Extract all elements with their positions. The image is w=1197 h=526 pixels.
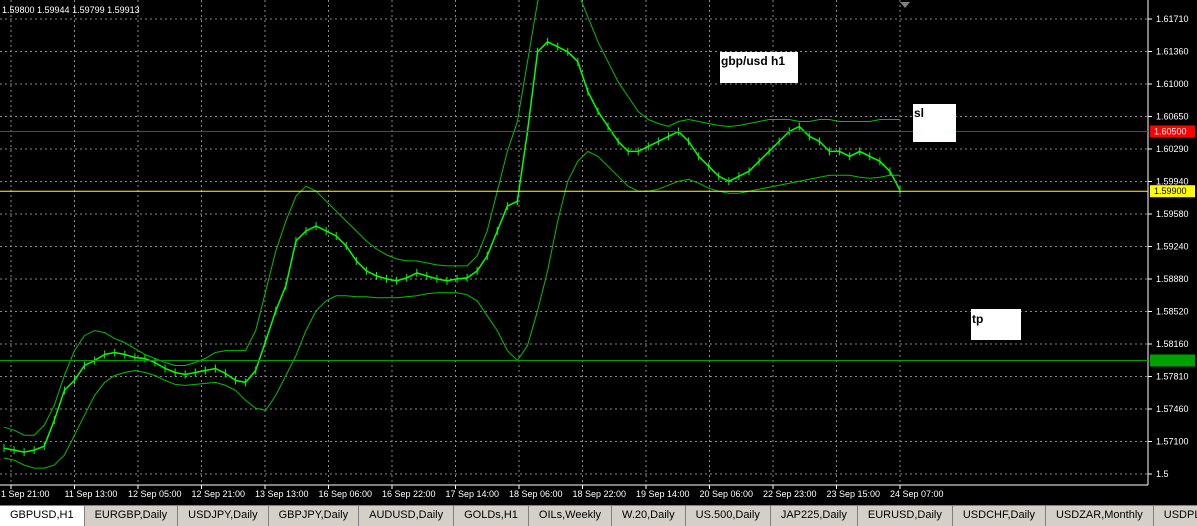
tp-line-tag: 1.58200 <box>1150 354 1195 367</box>
x-axis-label: 12 Sep 05:00 <box>128 489 182 499</box>
x-axis-label: 16 Sep 06:00 <box>319 489 373 499</box>
y-axis-label: 1.59580 <box>1156 209 1189 219</box>
tab-golds-h1[interactable]: GOLDs,H1 <box>454 506 529 526</box>
y-axis-label: 1.58880 <box>1156 274 1189 284</box>
y-axis-label: 1.61360 <box>1156 47 1189 57</box>
tab-eurgbp-daily[interactable]: EURGBP,Daily <box>85 506 179 526</box>
x-axis-label: 18 Sep 06:00 <box>509 489 563 499</box>
chart-tab-bar: GBPUSD,H1 EURGBP,Daily USDJPY,Daily GBPJPY,… <box>0 505 1197 526</box>
x-axis-label: 19 Sep 14:00 <box>636 489 690 499</box>
tab-audusd-daily[interactable]: AUDUSD,Daily <box>359 506 455 526</box>
tab-usdzar-monthly[interactable]: USDZAR,Monthly <box>1046 506 1154 526</box>
y-axis-label: 1.58160 <box>1156 339 1189 349</box>
price-chart[interactable]: 1.61710 1.61360 1.61000 1.60650 1.60290 1.599… <box>0 0 1197 505</box>
sl-label-text: sl <box>914 106 925 120</box>
tab-usdjpy-daily[interactable]: USDJPY,Daily <box>178 506 269 526</box>
sl-line-tag-text: 1.60500 <box>1154 126 1187 136</box>
y-axis-label: 1.60650 <box>1156 112 1189 122</box>
tab-oils-weekly[interactable]: OILs,Weekly <box>529 506 613 526</box>
tab-usdpln[interactable]: USDPLN <box>1154 506 1197 526</box>
x-axis-label: 17 Sep 14:00 <box>446 489 500 499</box>
x-axis-label: 12 Sep 21:00 <box>192 489 246 499</box>
x-axis-label: 23 Sep 15:00 <box>827 489 881 499</box>
y-axis-label: 1.59240 <box>1156 242 1189 252</box>
chart-title-label[interactable]: gbp/usd h1 <box>720 52 798 83</box>
x-axis-label: 24 Sep 07:00 <box>890 489 944 499</box>
chart-title-text: gbp/usd h1 <box>721 54 785 68</box>
tab-eurusd-daily[interactable]: EURUSD,Daily <box>858 506 953 526</box>
x-axis-label: 18 Sep 22:00 <box>573 489 627 499</box>
x-axis-label: 1 Sep 21:00 <box>1 489 50 499</box>
y-axis-label: 1.57100 <box>1156 437 1189 447</box>
tab-gbpusd-h1[interactable]: GBPUSD,H1 <box>0 506 85 526</box>
entry-line-tag: 1.59900 <box>1150 185 1195 198</box>
sl-line-tag: 1.60500 <box>1150 125 1195 138</box>
y-axis-label: 1.60290 <box>1156 144 1189 154</box>
entry-line-tag-text: 1.59900 <box>1154 186 1187 196</box>
tp-line-tag-text: 1.58200 <box>1154 356 1187 366</box>
tab-gbpjpy-daily[interactable]: GBPJPY,Daily <box>269 506 360 526</box>
sl-label[interactable]: sl <box>913 104 956 142</box>
y-axis-label: 1.61000 <box>1156 79 1189 89</box>
y-axis-label: 1.58520 <box>1156 307 1189 317</box>
tp-label[interactable]: tp <box>971 309 1021 340</box>
tab-usdchf-daily[interactable]: USDCHF,Daily <box>953 506 1046 526</box>
x-axis-label: 11 Sep 13:00 <box>65 489 118 499</box>
y-axis-label: 1.61710 <box>1156 14 1189 24</box>
tab-us-500-daily[interactable]: US.500,Daily <box>686 506 771 526</box>
tab-jap225-daily[interactable]: JAP225,Daily <box>771 506 858 526</box>
y-axis-label: 1.57810 <box>1156 372 1189 382</box>
chart-canvas[interactable]: 1.61710 1.61360 1.61000 1.60650 1.60290 1.599… <box>0 0 1197 505</box>
x-axis-label: 22 Sep 23:00 <box>763 489 817 499</box>
ohlc-readout: 1.59800 1.59944 1.59799 1.59913 <box>2 5 140 15</box>
y-axis-label: 1.57460 <box>1156 404 1189 414</box>
y-axis-label: 1.59940 <box>1156 177 1189 187</box>
x-axis-label: 13 Sep 13:00 <box>255 489 309 499</box>
x-axis-label: 20 Sep 06:00 <box>700 489 754 499</box>
x-axis-label: 16 Sep 22:00 <box>382 489 436 499</box>
tp-label-text: tp <box>972 312 984 326</box>
chart-shift-marker <box>900 2 910 8</box>
tab-w-20-daily[interactable]: W.20,Daily <box>612 506 686 526</box>
y-axis-label: 1.5 <box>1156 469 1169 479</box>
